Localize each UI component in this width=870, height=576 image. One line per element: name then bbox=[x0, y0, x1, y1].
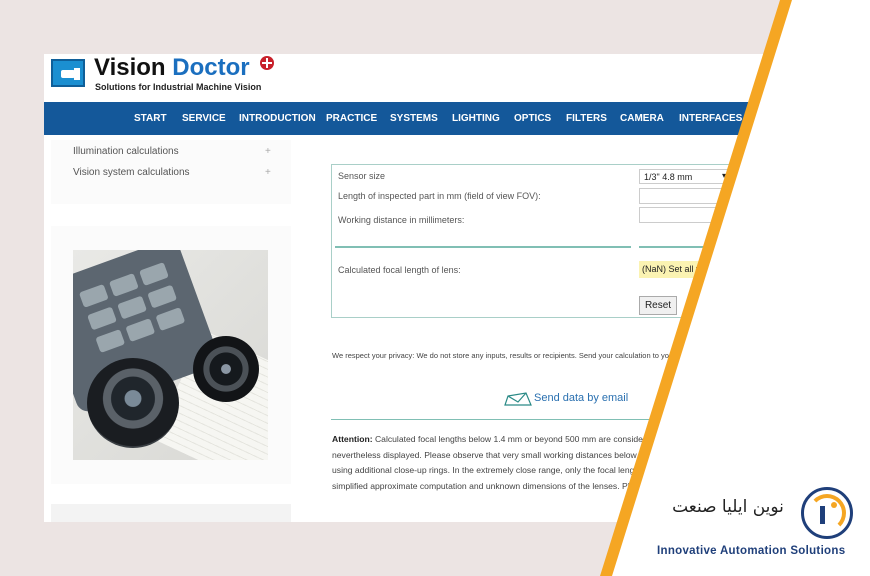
watermark-english-text: Innovative Automation Solutions bbox=[657, 545, 846, 557]
working-distance-label: Working distance in millimeters: bbox=[338, 215, 465, 225]
lens-large bbox=[87, 358, 179, 448]
nav-practice[interactable]: PRACTICE bbox=[326, 113, 377, 124]
sensor-size-label: Sensor size bbox=[338, 171, 386, 181]
lens-small bbox=[193, 336, 259, 402]
sidebar-panel-bottom bbox=[51, 504, 291, 522]
nav-start[interactable]: START bbox=[134, 113, 167, 124]
main-nav: START SERVICE INTRODUCTION PRACTICE SYST… bbox=[44, 102, 828, 135]
swiss-cross-icon bbox=[260, 56, 274, 70]
nav-camera[interactable]: CAMERA bbox=[620, 113, 664, 124]
sidebar-item-illumination[interactable]: Illumination calculations bbox=[73, 146, 179, 157]
nav-optics[interactable]: OPTICS bbox=[514, 113, 551, 124]
calculator-lenses-photo bbox=[73, 250, 268, 460]
sidebar-item-vision-system[interactable]: Vision system calculations bbox=[73, 167, 190, 178]
watermark-persian-text: نوین ایلیا صنعت bbox=[658, 496, 798, 522]
expand-icon[interactable]: + bbox=[265, 146, 271, 157]
sensor-size-select[interactable]: 1/3" 4.8 mm ▾ bbox=[639, 169, 731, 184]
camera-logo-icon[interactable] bbox=[51, 59, 85, 87]
nav-introduction[interactable]: INTRODUCTION bbox=[239, 113, 316, 124]
divider bbox=[335, 246, 631, 248]
nav-filters[interactable]: FILTERS bbox=[566, 113, 607, 124]
envelope-icon bbox=[504, 392, 532, 406]
site-subtitle: Solutions for Industrial Machine Vision bbox=[95, 82, 262, 92]
reset-button[interactable]: Reset bbox=[639, 296, 677, 315]
fov-label: Length of inspected part in mm (field of… bbox=[338, 191, 541, 201]
site-title[interactable]: Vision Doctor bbox=[94, 54, 250, 82]
nav-systems[interactable]: SYSTEMS bbox=[390, 113, 438, 124]
nav-service[interactable]: SERVICE bbox=[182, 113, 226, 124]
nav-lighting[interactable]: LIGHTING bbox=[452, 113, 500, 124]
sidebar-menu: Illumination calculations + Vision syste… bbox=[51, 140, 291, 204]
expand-icon[interactable]: + bbox=[265, 167, 271, 178]
focal-length-label: Calculated focal length of lens: bbox=[338, 265, 461, 275]
nav-interfaces[interactable]: INTERFACES bbox=[679, 113, 742, 124]
company-logo-icon bbox=[801, 487, 853, 539]
